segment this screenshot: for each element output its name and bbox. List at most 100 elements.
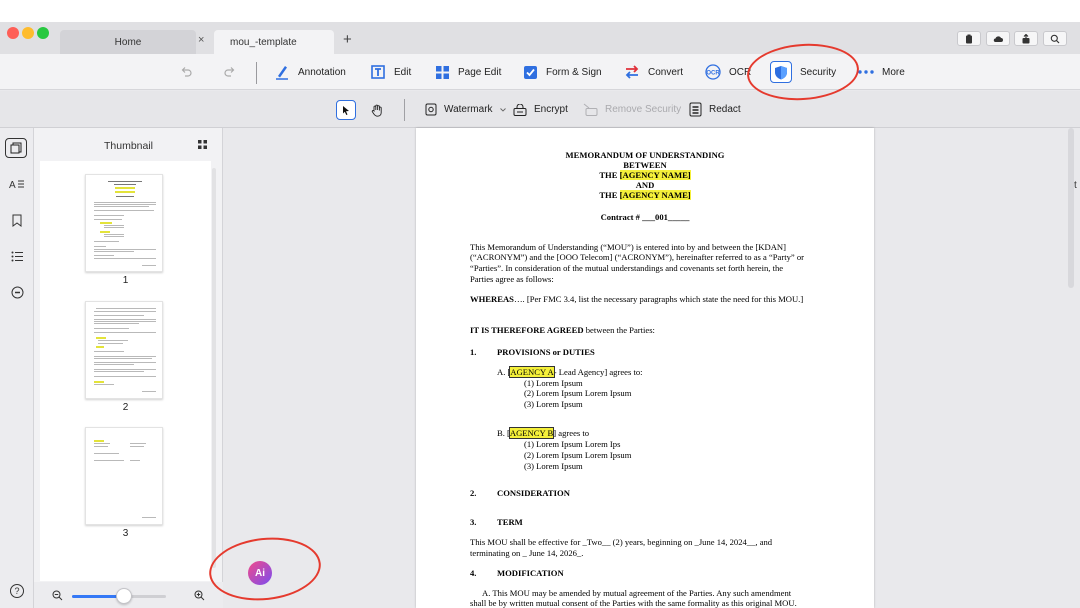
text-search-toggle[interactable]: A <box>6 174 28 194</box>
close-window-button[interactable] <box>7 27 19 39</box>
page-number-2: 2 <box>122 402 129 413</box>
subbar-divider <box>404 99 405 121</box>
remove-security-button[interactable]: Remove Security <box>583 91 681 128</box>
redo-button[interactable] <box>224 54 236 90</box>
section-2-title: CONSIDERATION <box>497 488 570 498</box>
agency-b-prefix: B. [ <box>497 428 510 438</box>
modification-line: shall be by written mutual consent of th… <box>470 598 797 608</box>
help-icon[interactable]: ? <box>10 584 24 598</box>
share-button[interactable] <box>1014 31 1038 46</box>
convert-label: Convert <box>648 66 684 78</box>
annotation-label: Annotation <box>298 66 346 78</box>
whereas-paragraph: WHEREAS…. [Per FMC 3.4, list the necessa… <box>470 294 803 305</box>
agency-b-highlight: AGENCY B <box>508 427 555 439</box>
agency-a-item: (1) Lorem Ipsum <box>524 378 583 388</box>
edit-button[interactable]: Edit <box>370 54 411 90</box>
the-word: THE <box>599 170 618 180</box>
ocr-panel-toggle[interactable] <box>6 282 28 302</box>
contract-number: ___001_____ <box>642 212 690 222</box>
document-canvas: MEMORANDUM OF UNDERSTANDING BETWEEN THE … <box>223 128 1080 608</box>
page-thumbnail-3[interactable] <box>85 427 163 525</box>
the-word-2: THE <box>599 190 618 200</box>
pdf-page: MEMORANDUM OF UNDERSTANDING BETWEEN THE … <box>416 128 874 608</box>
agency-b-item: (2) Lorem Ipsum Lorem Ipsum <box>524 450 632 460</box>
ocr-circle-icon <box>11 286 23 298</box>
bookmark-toggle[interactable] <box>6 210 28 230</box>
modification-line: A. This MOU may be amended by mutual agr… <box>482 588 792 598</box>
thumbnail-panel-toggle[interactable] <box>5 138 27 158</box>
zoom-window-button[interactable] <box>37 27 49 39</box>
pages-icon <box>10 142 22 154</box>
tab-document-label: mou_-template <box>230 36 297 48</box>
hand-tool-button[interactable] <box>367 100 387 120</box>
page-grid-icon <box>436 65 449 79</box>
encrypt-button[interactable]: Encrypt <box>513 91 568 128</box>
zoom-in-icon[interactable] <box>194 590 205 601</box>
doc-title: MEMORANDUM OF UNDERSTANDING <box>565 150 725 160</box>
more-button[interactable]: More <box>858 54 905 90</box>
watermark-button[interactable]: Watermark <box>425 91 506 128</box>
tab-close-button[interactable]: × <box>198 34 204 46</box>
agency-name-2: [AGENCY NAME] <box>619 190 691 200</box>
pen-icon <box>276 66 288 80</box>
thumbnail-scrollbar[interactable] <box>212 168 216 568</box>
ocr-button[interactable]: OCR OCR <box>705 54 751 90</box>
tab-document[interactable]: mou_-template <box>214 30 334 54</box>
agency-b-item: (1) Lorem Ipsum Lorem Ips <box>524 439 621 449</box>
hand-icon <box>371 104 382 117</box>
watermark-label: Watermark <box>444 104 493 115</box>
convert-button[interactable]: Convert <box>624 54 683 90</box>
agency-a-item: (3) Lorem Ipsum <box>524 399 583 409</box>
checkbox-icon <box>524 65 537 79</box>
contract-label: Contract # <box>600 212 640 222</box>
agency-b-item: (3) Lorem Ipsum <box>524 461 583 471</box>
new-tab-button[interactable]: + <box>343 31 352 48</box>
undo-button[interactable] <box>180 54 192 90</box>
redact-button[interactable]: Redact <box>689 91 741 128</box>
select-tool-button[interactable] <box>336 100 356 120</box>
form-sign-button[interactable]: Form & Sign <box>523 54 602 90</box>
remove-security-label: Remove Security <box>605 104 682 115</box>
left-icon-rail: A <box>0 128 34 608</box>
cloud-button[interactable] <box>986 31 1010 46</box>
whereas-bold: WHEREAS <box>470 294 514 304</box>
search-button[interactable] <box>1043 31 1067 46</box>
agreed-paragraph: IT IS THEREFORE AGREED between the Parti… <box>470 325 655 336</box>
zoom-out-icon[interactable] <box>52 590 63 601</box>
redact-label: Redact <box>709 104 741 115</box>
search-icon <box>1050 34 1060 43</box>
page-edit-button[interactable]: Page Edit <box>435 54 501 90</box>
agency-a-item: (2) Lorem Ipsum Lorem Ipsum <box>524 388 632 398</box>
outline-toggle[interactable] <box>6 246 28 266</box>
form-sign-label: Form & Sign <box>546 66 602 78</box>
ocr-icon: OCR <box>705 64 721 80</box>
lock-icon <box>513 103 527 116</box>
section-1-title: PROVISIONS or DUTIES <box>497 347 595 357</box>
intro-line: This Memorandum of Understanding (“MOU”)… <box>470 242 786 252</box>
doc-and: AND <box>635 180 655 190</box>
text-lines-icon: A <box>9 180 24 190</box>
tab-home[interactable]: Home <box>60 30 196 54</box>
section-3-title: TERM <box>497 517 523 527</box>
edit-label: Edit <box>394 66 412 78</box>
intro-line: “Parties”. In consideration of the mutua… <box>470 263 784 273</box>
bookmark-icon <box>12 214 22 227</box>
redo-icon <box>224 67 235 77</box>
clipboard-button[interactable] <box>957 31 981 46</box>
zoom-slider-handle[interactable] <box>115 588 132 604</box>
page-thumbnail-1[interactable] <box>85 174 163 272</box>
cursor-arrow-icon <box>343 105 349 115</box>
doc-title-between: BETWEEN <box>623 160 667 170</box>
section-4-number: 4. <box>470 568 477 578</box>
security-toolbar: Watermark Encrypt Remove Security Redact <box>0 91 1080 128</box>
page-thumbnail-2[interactable] <box>85 301 163 399</box>
intro-line: Parties agree as follows: <box>470 274 554 284</box>
edge-text-fragment: t <box>1074 180 1077 191</box>
agency-b-line: B. [AGENCY B] agrees to <box>497 427 590 439</box>
annotation-button[interactable]: Annotation <box>274 54 346 90</box>
agency-a-suffix: - Lead Agency] agrees to: <box>553 367 643 377</box>
grid-view-icon[interactable] <box>198 140 207 149</box>
document-scrollbar[interactable] <box>1068 128 1074 288</box>
agency-b-suffix: ] agrees to <box>553 428 590 438</box>
minimize-window-button[interactable] <box>22 27 34 39</box>
